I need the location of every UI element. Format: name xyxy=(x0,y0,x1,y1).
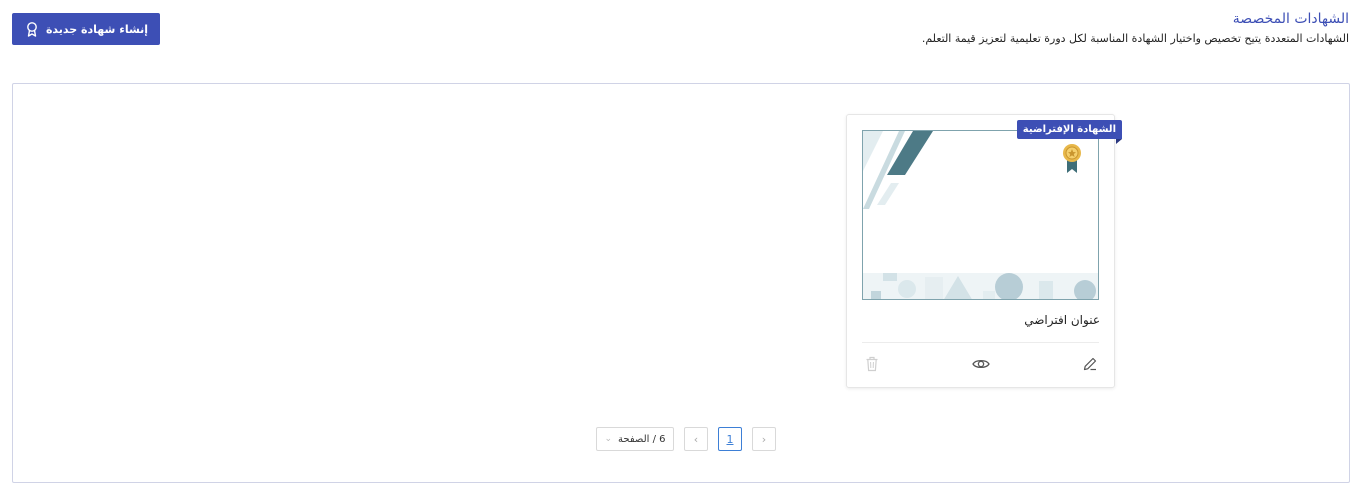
chevron-down-icon: ⌄ xyxy=(604,434,613,444)
page-number: 1 xyxy=(726,432,734,446)
page-size-select[interactable]: 6 / الصفحة ⌄ xyxy=(596,427,674,451)
page-number-button[interactable]: 1 xyxy=(718,427,742,451)
medal-icon xyxy=(1061,143,1083,175)
prev-page-button[interactable]: ‹ xyxy=(684,427,708,451)
edit-icon[interactable] xyxy=(1081,355,1099,373)
page-size-label: 6 / الصفحة xyxy=(618,433,666,445)
certificates-panel: الشهادة الإفتراضية عنوان افتراضي 6 / الص… xyxy=(12,83,1350,483)
card-divider xyxy=(862,342,1099,343)
trash-icon xyxy=(863,355,881,373)
chevron-left-icon: ‹ xyxy=(693,432,699,446)
default-certificate-badge: الشهادة الإفتراضية xyxy=(1016,120,1123,144)
pagination: 6 / الصفحة ⌄ ‹ 1 › xyxy=(596,426,776,452)
chevron-right-icon: › xyxy=(761,432,767,446)
page-description: الشهادات المتعددة يتيح تخصيص واختيار الش… xyxy=(921,32,1349,45)
certificate-card[interactable]: الشهادة الإفتراضية عنوان افتراضي xyxy=(846,114,1123,388)
eye-icon[interactable] xyxy=(972,355,990,373)
certificate-title: عنوان افتراضي xyxy=(1024,313,1100,327)
certificate-thumbnail[interactable] xyxy=(862,130,1099,300)
create-certificate-label: إنشاء شهادة جديدة xyxy=(45,22,149,36)
page-title: الشهادات المخصصة xyxy=(1232,11,1349,27)
next-page-button[interactable]: › xyxy=(752,427,776,451)
award-ribbon-icon xyxy=(24,21,40,37)
create-certificate-button[interactable]: إنشاء شهادة جديدة xyxy=(12,13,160,45)
